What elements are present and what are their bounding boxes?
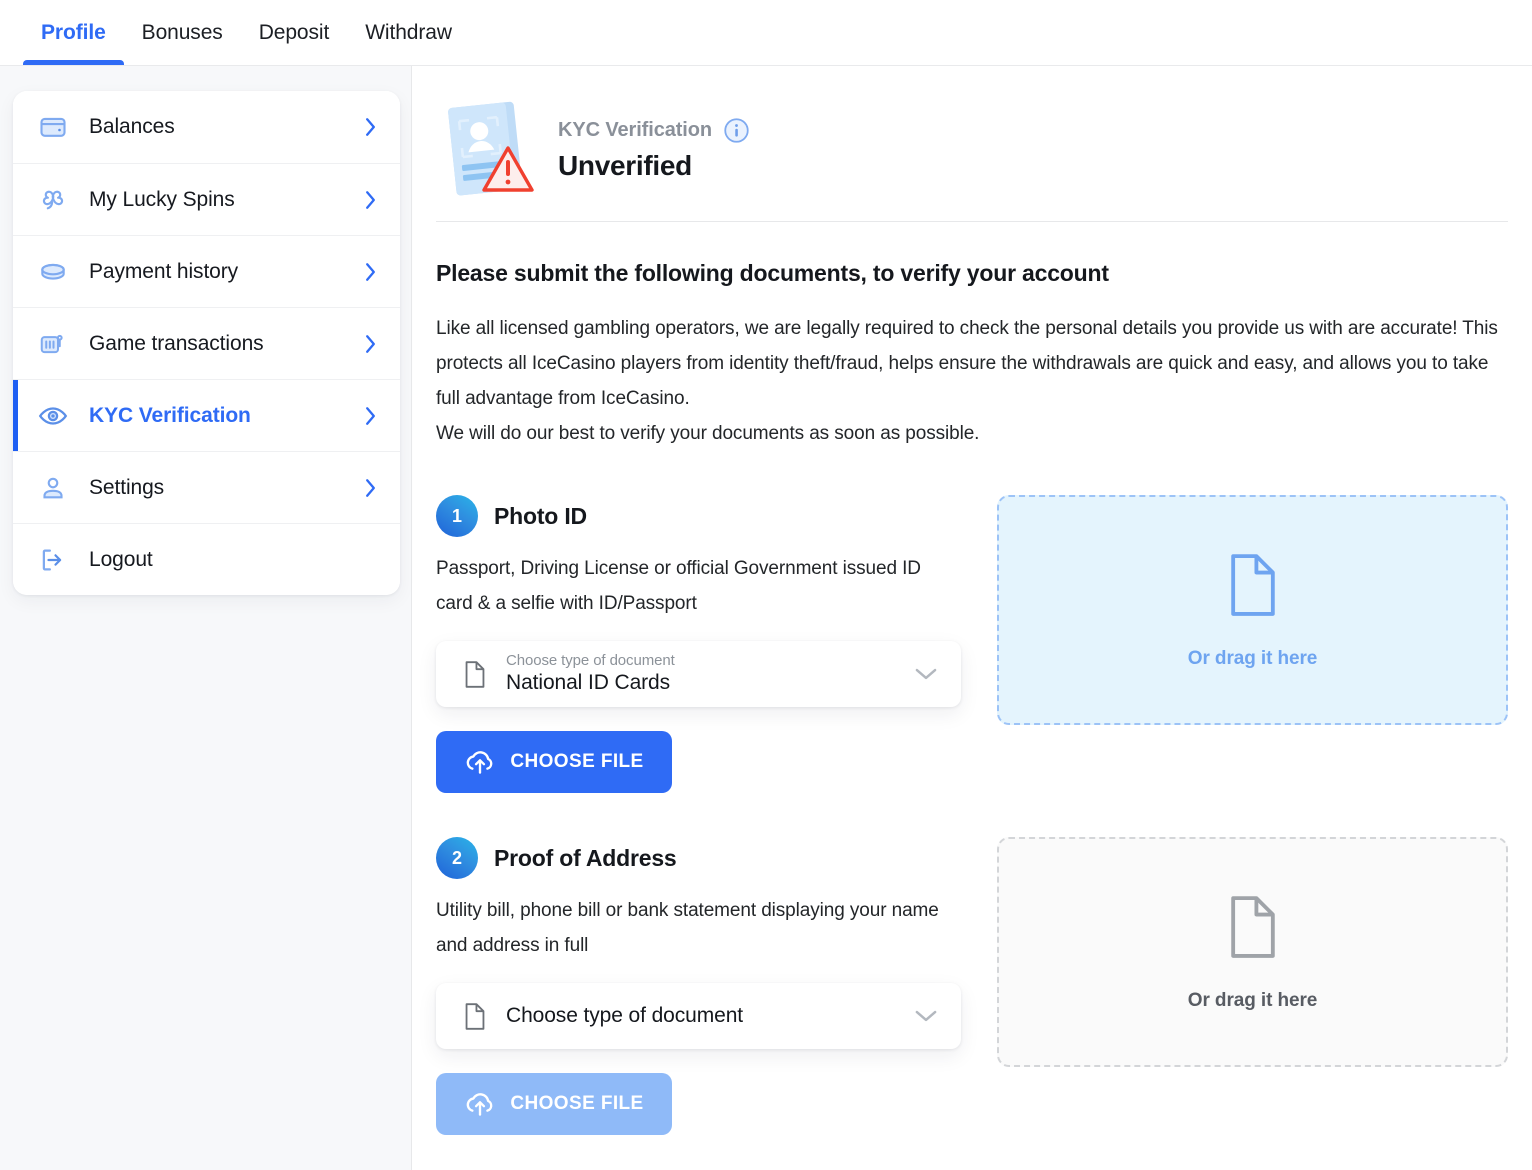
chevron-right-icon bbox=[363, 333, 378, 355]
tab-deposit[interactable]: Deposit bbox=[241, 0, 348, 66]
sidebar-item-label: Payment history bbox=[89, 259, 239, 283]
step-title: Proof of Address bbox=[494, 844, 677, 871]
chevron-down-icon[interactable] bbox=[913, 666, 939, 682]
sidebar: Balances My Lucky Spins Payment history … bbox=[0, 66, 412, 1170]
step-number-badge: 2 bbox=[436, 837, 478, 879]
intro-paragraph-2: We will do our best to verify your docum… bbox=[436, 423, 980, 444]
slot-machine-icon bbox=[33, 329, 73, 359]
cloud-upload-icon bbox=[464, 748, 496, 776]
step-description: Passport, Driving License or official Go… bbox=[436, 558, 921, 614]
step-photo-id: 1 Photo ID Passport, Driving License or … bbox=[436, 495, 1508, 793]
sidebar-item-label: My Lucky Spins bbox=[89, 187, 235, 211]
dropzone-proof-of-address[interactable]: Or drag it here bbox=[997, 837, 1508, 1067]
choose-file-button-proof-of-address[interactable]: CHOOSE FILE bbox=[436, 1073, 672, 1135]
header-divider bbox=[436, 221, 1508, 222]
dropzone-label: Or drag it here bbox=[1187, 989, 1318, 1011]
tab-withdraw-label: Withdraw bbox=[365, 21, 452, 44]
choose-file-label: CHOOSE FILE bbox=[510, 751, 644, 772]
tab-deposit-label: Deposit bbox=[258, 21, 330, 44]
sidebar-item-payment-history[interactable]: Payment history bbox=[13, 235, 400, 307]
page-body: Balances My Lucky Spins Payment history … bbox=[0, 66, 1532, 1170]
tab-profile-label: Profile bbox=[41, 21, 106, 44]
step-header: 1 Photo ID bbox=[436, 495, 961, 537]
chevron-right-icon bbox=[363, 116, 378, 138]
logout-icon bbox=[33, 545, 73, 575]
tab-withdraw[interactable]: Withdraw bbox=[347, 0, 470, 66]
step-title: Photo ID bbox=[494, 502, 587, 529]
intro-paragraph-1: Like all licensed gambling operators, we… bbox=[436, 318, 1498, 409]
sidebar-item-balances[interactable]: Balances bbox=[13, 91, 400, 163]
wallet-icon bbox=[33, 112, 73, 142]
tab-bonuses-label: Bonuses bbox=[141, 21, 223, 44]
status-badge: Unverified bbox=[558, 150, 692, 181]
document-icon bbox=[462, 660, 488, 689]
chevron-right-icon bbox=[363, 405, 378, 427]
file-icon bbox=[1224, 551, 1282, 624]
step-number-badge: 1 bbox=[436, 495, 478, 537]
kyc-status-header: KYC Verification Unverified bbox=[436, 92, 1508, 221]
choose-file-label: CHOOSE FILE bbox=[510, 1093, 644, 1114]
document-icon bbox=[462, 1002, 488, 1031]
cloud-upload-icon bbox=[464, 1090, 496, 1118]
step-description: Utility bill, phone bill or bank stateme… bbox=[436, 900, 939, 956]
select-value: Choose type of document bbox=[506, 1004, 744, 1027]
sidebar-item-label: Balances bbox=[89, 115, 175, 138]
sidebar-item-kyc-verification[interactable]: KYC Verification bbox=[13, 379, 400, 451]
eye-icon bbox=[33, 400, 73, 432]
select-value: National ID Cards bbox=[506, 671, 671, 694]
sidebar-item-my-lucky-spins[interactable]: My Lucky Spins bbox=[13, 163, 400, 235]
chevron-right-icon bbox=[363, 189, 378, 211]
file-icon bbox=[1224, 893, 1282, 966]
document-type-select-photo-id[interactable]: Choose type of document National ID Card… bbox=[436, 641, 961, 707]
select-sublabel: Choose type of document bbox=[506, 652, 675, 669]
sidebar-item-label: Logout bbox=[89, 547, 153, 571]
tab-bonuses[interactable]: Bonuses bbox=[124, 0, 241, 66]
kyc-label: KYC Verification bbox=[558, 119, 712, 141]
sidebar-item-game-transactions[interactable]: Game transactions bbox=[13, 307, 400, 379]
choose-file-button-photo-id[interactable]: CHOOSE FILE bbox=[436, 731, 672, 793]
chevron-right-icon bbox=[363, 261, 378, 283]
step-header: 2 Proof of Address bbox=[436, 837, 961, 879]
id-card-warning-illustration bbox=[436, 92, 546, 207]
sidebar-item-label: Settings bbox=[89, 475, 165, 499]
chevron-down-icon[interactable] bbox=[913, 1008, 939, 1024]
dropzone-photo-id[interactable]: Or drag it here bbox=[997, 495, 1508, 725]
sidebar-item-settings[interactable]: Settings bbox=[13, 451, 400, 523]
sidebar-item-logout[interactable]: Logout bbox=[13, 523, 400, 595]
tab-profile[interactable]: Profile bbox=[23, 0, 124, 66]
sidebar-item-label: Game transactions bbox=[89, 331, 264, 355]
main-content: KYC Verification Unverified Please submi… bbox=[412, 66, 1532, 1170]
chevron-right-icon bbox=[363, 477, 378, 499]
user-icon bbox=[33, 473, 73, 503]
document-type-select-proof-of-address[interactable]: Choose type of document bbox=[436, 983, 961, 1049]
coin-icon bbox=[33, 256, 73, 288]
dropzone-label: Or drag it here bbox=[1187, 647, 1318, 669]
page-title: Please submit the following documents, t… bbox=[436, 260, 1109, 286]
sidebar-item-label: KYC Verification bbox=[89, 403, 251, 427]
step-proof-of-address: 2 Proof of Address Utility bill, phone b… bbox=[436, 837, 1508, 1135]
info-circle-icon[interactable] bbox=[723, 117, 750, 144]
sidebar-menu-card: Balances My Lucky Spins Payment history … bbox=[13, 91, 400, 595]
intro-text: Like all licensed gambling operators, we… bbox=[436, 311, 1508, 451]
top-tab-bar: Profile Bonuses Deposit Withdraw bbox=[0, 0, 1532, 66]
clover-icon bbox=[33, 184, 73, 216]
